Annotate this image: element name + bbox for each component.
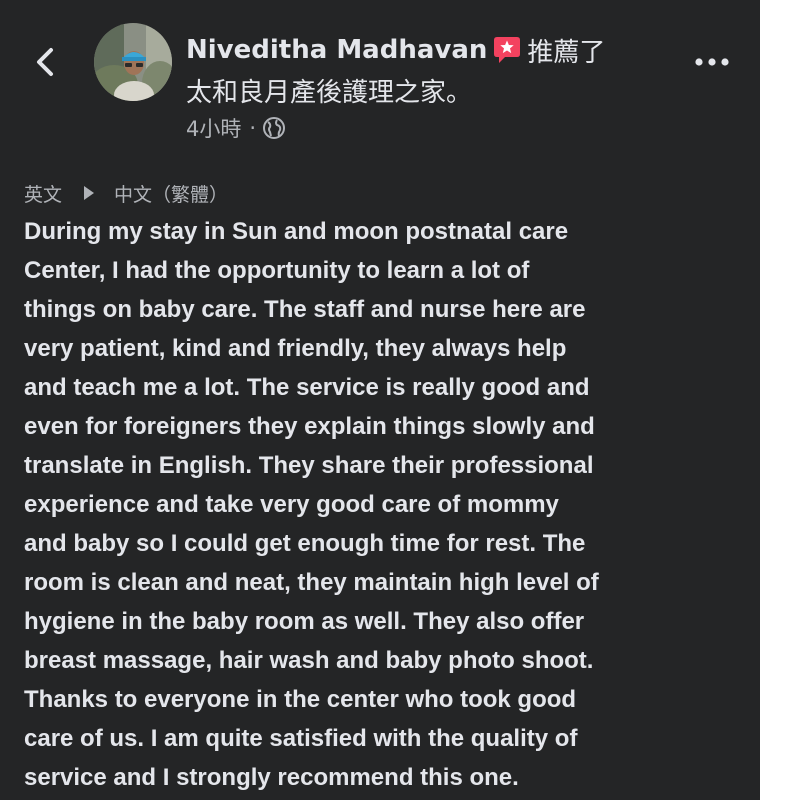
avatar[interactable] [94, 23, 172, 101]
chevron-left-icon [37, 48, 53, 76]
review-line: Center, I had the opportunity to learn a… [24, 257, 530, 284]
review-line: service and I strongly recommend this on… [24, 764, 519, 791]
recommend-star-icon [493, 35, 521, 65]
review-line: experience and take very good care of mo… [24, 491, 559, 518]
review-text: During my stay in Sun and moon postnatal… [24, 212, 740, 797]
play-arrow-icon [82, 184, 96, 202]
post-timestamp[interactable]: 4小時 [186, 113, 241, 143]
translation-bar: 英文 中文（繁體） [24, 178, 228, 208]
globe-icon[interactable] [262, 116, 286, 140]
review-line: hygiene in the baby room as well. They a… [24, 608, 585, 635]
review-line: care of us. I am quite satisfied with th… [24, 725, 578, 752]
meta-separator: · [249, 116, 257, 140]
author-name[interactable]: Niveditha Madhavan [186, 35, 487, 65]
source-language[interactable]: 英文 [24, 180, 62, 207]
review-line: very patient, kind and friendly, they al… [24, 335, 567, 362]
review-line: and baby so I could get enough time for … [24, 530, 586, 557]
avatar-image [94, 23, 172, 101]
review-line: and teach me a lot. The service is reall… [24, 374, 590, 401]
back-button[interactable] [26, 42, 66, 82]
post-meta: 4小時 · [186, 113, 286, 143]
review-line: Thanks to everyone in the center who too… [24, 686, 577, 713]
review-line: During my stay in Sun and moon postnatal… [24, 218, 569, 245]
review-line: room is clean and neat, they maintain hi… [24, 569, 599, 596]
review-line: things on baby care. The staff and nurse… [24, 296, 586, 323]
review-line: translate in English. They share their p… [24, 452, 594, 479]
recommend-verb: 推薦了 [527, 37, 606, 68]
review-line: breast massage, hair wash and baby photo… [24, 647, 594, 674]
recommended-page-line: 太和良月產後護理之家。 [186, 72, 472, 109]
more-dots-icon [695, 58, 729, 66]
review-line: even for foreigners they explain things … [24, 413, 595, 440]
review-post-screen: Niveditha Madhavan 推薦了 太和良月產後護理之家。 4小時 · [0, 0, 760, 800]
target-language[interactable]: 中文（繁體） [114, 180, 228, 207]
recommended-page-name[interactable]: 太和良月產後護理之家。 [186, 78, 472, 108]
post-header: Niveditha Madhavan 推薦了 [186, 32, 605, 68]
more-options-button[interactable] [690, 48, 734, 76]
